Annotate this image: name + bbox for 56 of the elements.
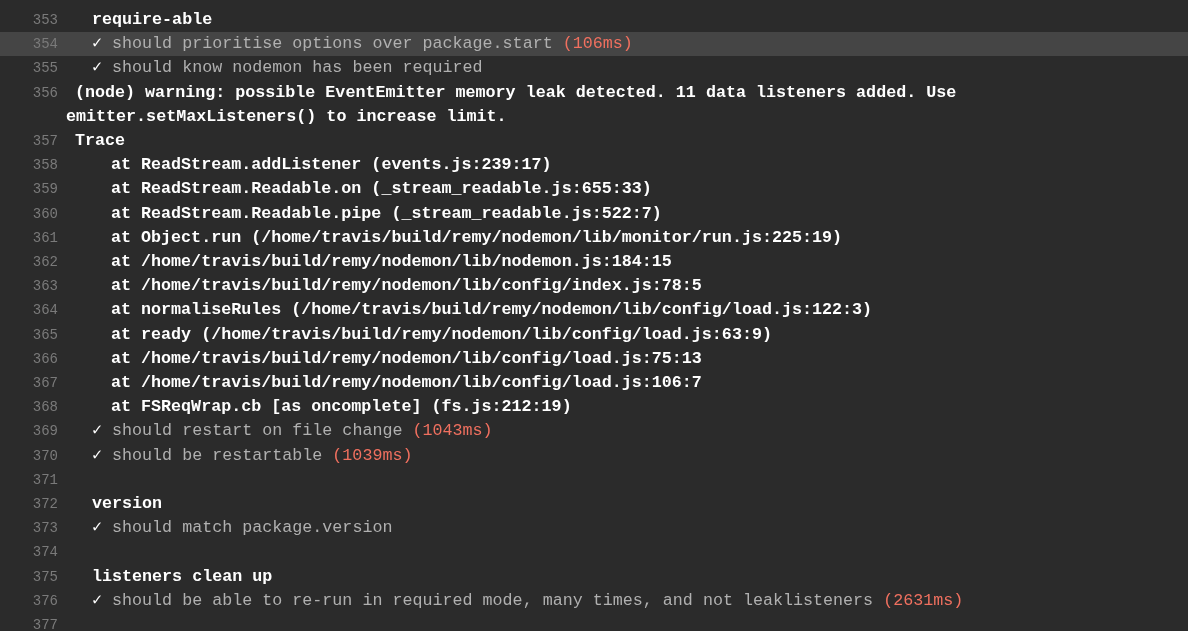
suite-heading: listeners clean up	[92, 565, 273, 588]
stack-frame: at ReadStream.Readable.on (_stream_readable.js:655:33)	[111, 177, 652, 202]
stack-frame: at FSReqWrap.cb [as oncomplete] (fs.js:212:19)	[111, 395, 572, 420]
test-title: should prioritise options over package.start	[112, 33, 553, 56]
test-duration: (106ms)	[562, 33, 633, 56]
line-number: 368	[31, 398, 58, 418]
check-mark: ✓	[92, 444, 103, 467]
suite-heading: version	[92, 493, 163, 516]
suite-heading: require-able	[92, 9, 213, 31]
line-number: 360	[31, 204, 58, 224]
test-title: should be restartable	[112, 444, 323, 467]
line-number: 372	[31, 495, 58, 515]
test-title: should restart on file change	[112, 420, 403, 443]
stack-frame: at ReadStream.addListener (events.js:239:17)	[111, 153, 552, 178]
line-number: 363	[31, 277, 58, 297]
line-number: 357	[31, 132, 58, 151]
line-number: 361	[31, 228, 58, 248]
line-number: 369	[31, 422, 58, 442]
stack-frame: at normaliseRules (/home/travis/build/remy/nodemon/lib/config/load.js:122:3)	[111, 298, 873, 323]
test-duration: (1043ms)	[412, 420, 493, 443]
line-number: 373	[31, 519, 58, 539]
test-duration: (1039ms)	[332, 444, 413, 467]
line-number: 374	[31, 543, 58, 563]
stack-frame: at /home/travis/build/remy/nodemon/lib/nodemon.js:184:15	[111, 250, 672, 275]
test-title: should be able to re-run in required mode, many times, and not leaklisteners	[112, 589, 874, 612]
line-number: 366	[31, 349, 58, 369]
line-number: 362	[31, 253, 58, 273]
check-mark: ✓	[92, 589, 103, 612]
test-duration: (2631ms)	[883, 589, 964, 612]
line-number: 377	[31, 616, 58, 631]
stack-frame: at Object.run (/home/travis/build/remy/nodemon/lib/monitor/run.js:225:19)	[111, 225, 843, 251]
line-number: 359	[31, 180, 58, 200]
stack-frame: at /home/travis/build/remy/nodemon/lib/config/load.js:75:13	[111, 346, 702, 372]
line-number: 355	[31, 59, 58, 79]
line-number: 356	[31, 83, 58, 103]
check-mark: ✓	[92, 517, 103, 540]
test-title: should match package.version	[112, 517, 393, 540]
check-mark: ✓	[92, 33, 103, 56]
line-number: 358	[31, 156, 58, 176]
line-number: 365	[31, 325, 58, 345]
stack-frame: at /home/travis/build/remy/nodemon/lib/config/load.js:106:7	[111, 371, 702, 396]
line-number: 367	[31, 374, 58, 394]
line-number: 364	[31, 301, 58, 321]
check-mark: ✓	[92, 57, 103, 80]
line-number: 353	[31, 11, 58, 30]
check-mark: ✓	[92, 420, 103, 443]
test-title: should know nodemon has been required	[112, 57, 483, 80]
stack-frame: at ReadStream.Readable.pipe (_stream_readable.js:522:7)	[111, 201, 662, 226]
stack-frame: at /home/travis/build/remy/nodemon/lib/config/index.js:78:5	[111, 274, 702, 299]
stack-frame: at ready (/home/travis/build/remy/nodemon/lib/config/load.js:63:9)	[111, 322, 772, 347]
log-output: (node) warning: possible EventEmitter memory leak detected. 11 data listeners added. Use emitter.setMaxListeners() to increase limit.	[66, 82, 957, 126]
line-number: 375	[31, 567, 58, 587]
log-output: Trace	[75, 131, 126, 150]
line-number: 376	[31, 591, 58, 611]
line-number: 371	[31, 470, 58, 490]
line-number: 370	[31, 446, 58, 466]
